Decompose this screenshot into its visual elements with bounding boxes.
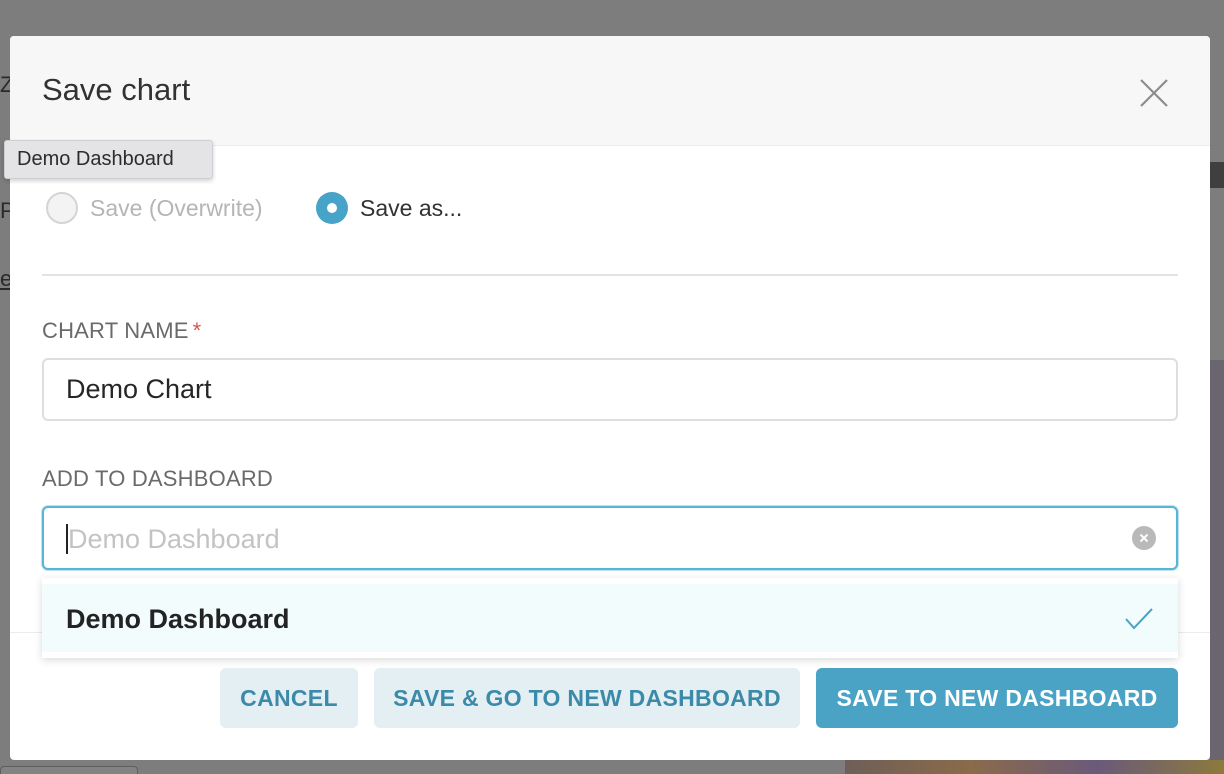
add-to-dashboard-label: ADD TO DASHBOARD [42,466,273,491]
modal-title: Save chart [42,72,191,107]
check-icon [1125,608,1153,630]
background-chart-art [845,760,1224,774]
background-field [0,766,138,774]
required-marker: * [192,318,202,343]
radio-save-overwrite[interactable]: Save (Overwrite) [46,192,263,224]
radio-save-as[interactable]: Save as... [316,192,462,224]
radio-label: Save as... [360,194,463,221]
radio-label: Save (Overwrite) [90,194,263,221]
chart-name-label: CHART NAME * [42,318,201,344]
radio-circle-checked [316,192,348,224]
cancel-button[interactable]: CANCEL [220,668,358,728]
dashboard-dropdown-menu: Demo Dashboard [42,578,1178,658]
tooltip: Demo Dashboard [4,140,213,179]
section-divider [42,274,1178,276]
chart-name-label-text: CHART NAME [42,318,189,343]
clear-icon[interactable] [1132,526,1156,550]
dropdown-option-label: Demo Dashboard [66,604,290,634]
radio-circle-unchecked [46,192,78,224]
dropdown-option-demo-dashboard[interactable]: Demo Dashboard [42,584,1178,652]
background-toolbar-strip [1210,162,1224,188]
save-to-new-dashboard-button[interactable]: SAVE TO NEW DASHBOARD [816,668,1178,728]
background-chart-panel [1210,360,1224,774]
close-button[interactable] [1138,77,1170,109]
dashboard-select-placeholder: Demo Dashboard [68,524,280,554]
chart-name-input[interactable] [42,358,1178,421]
dashboard-select-input[interactable]: Demo Dashboard [42,506,1178,570]
save-and-go-to-dashboard-button[interactable]: SAVE & GO TO NEW DASHBOARD [374,668,800,728]
save-mode-radio-group: Save (Overwrite) Save as... [46,192,646,232]
modal-header: Save chart [10,36,1210,146]
close-icon [1140,79,1168,107]
